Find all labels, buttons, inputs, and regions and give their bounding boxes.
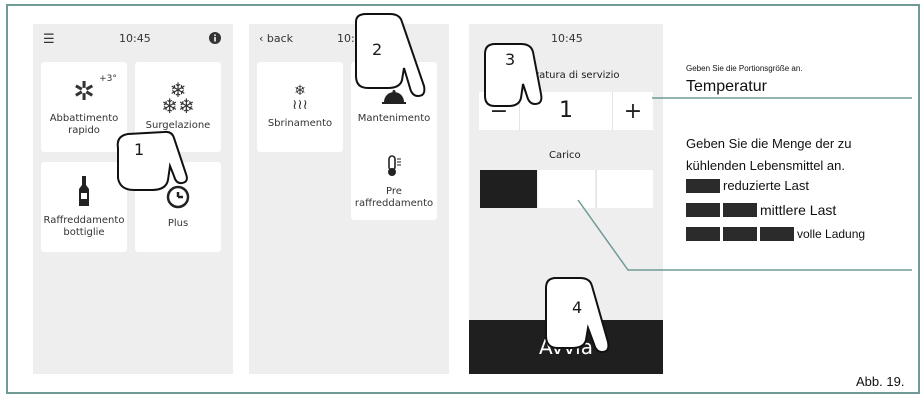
quantity-hint-line1: Geben Sie die Menge der zu: [686, 136, 852, 151]
load-swatch: [760, 227, 794, 241]
legend-label: volle Ladung: [797, 227, 866, 241]
legend-full-load: volle Ladung: [686, 227, 865, 241]
temperature-label: Temperatur: [686, 78, 767, 95]
load-swatch: [723, 227, 757, 241]
load-swatch: [686, 227, 720, 241]
figure-caption: Abb. 19.: [856, 374, 905, 389]
callout-lines: [577, 97, 912, 271]
load-swatch: [686, 178, 720, 193]
legend-label: reduzierte Last: [723, 178, 809, 193]
quantity-hint-line2: kühlenden Lebensmittel an.: [686, 158, 846, 173]
load-swatch: [723, 203, 757, 217]
load-swatch: [686, 203, 720, 217]
legend-medium-load: mittlere Last: [686, 202, 836, 218]
legend-label: mittlere Last: [760, 202, 837, 218]
portion-hint: Geben Sie die Portionsgröße an.: [686, 64, 803, 73]
legend-reduced-load: reduzierte Last: [686, 178, 809, 193]
